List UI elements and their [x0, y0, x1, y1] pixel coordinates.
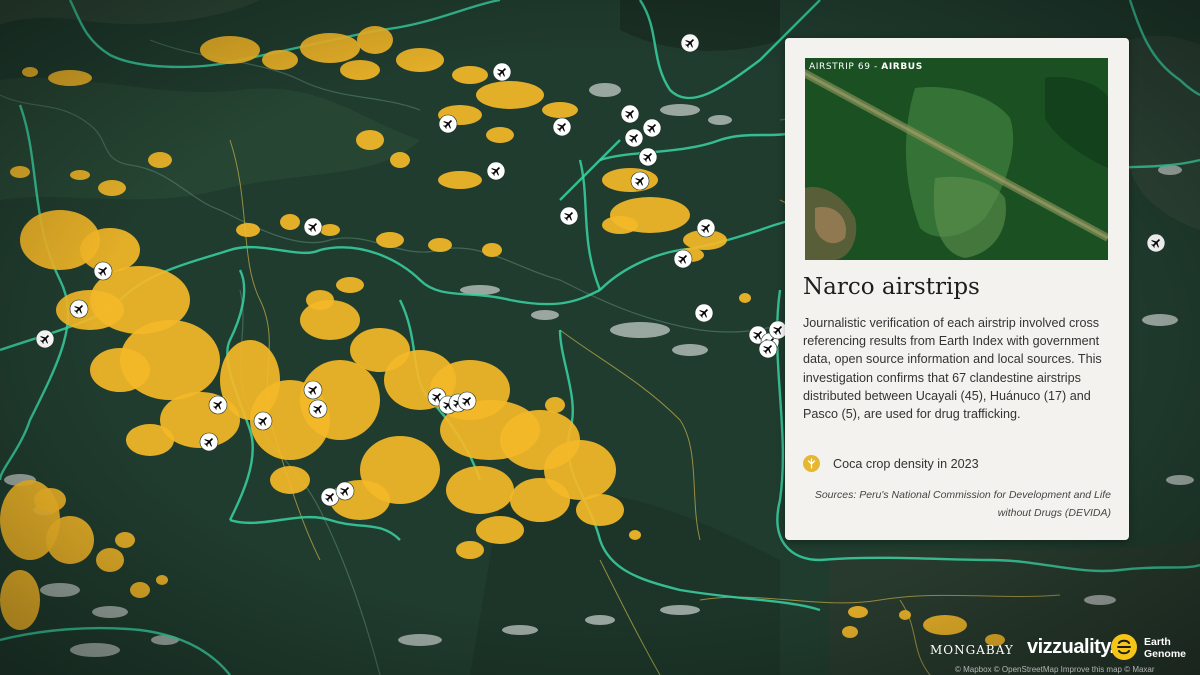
earth-genome-logo[interactable]: Earth Genome: [1144, 636, 1200, 660]
vizzuality-logo[interactable]: vizzuality.: [1027, 636, 1115, 659]
partner-logos: MONGABAY vizzuality. Earth Genome: [928, 630, 1200, 670]
legend-label: Coca crop density in 2023: [833, 456, 979, 471]
photo-caption: AIRSTRIP 69 - AIRBUS: [809, 62, 923, 72]
map-attribution[interactable]: © Mapbox © OpenStreetMap Improve this ma…: [955, 665, 1155, 674]
earth-genome-icon: [1111, 634, 1137, 660]
airstrip-photo: AIRSTRIP 69 - AIRBUS: [805, 58, 1108, 260]
panel-description: Journalistic verification of each airstr…: [803, 316, 1102, 422]
mongabay-logo[interactable]: MONGABAY: [930, 643, 1014, 657]
sources-note: Sources: Peru's National Commission for …: [814, 489, 1111, 519]
info-panel: AIRSTRIP 69 - AIRBUS Narco airstrips Jou…: [785, 38, 1129, 540]
coca-leaf-icon: [803, 455, 820, 472]
panel-title: Narco airstrips: [803, 274, 980, 300]
legend: Coca crop density in 2023: [803, 455, 979, 472]
photo-caption-source: AIRBUS: [881, 62, 923, 72]
satellite-image: [805, 58, 1108, 260]
photo-caption-prefix: AIRSTRIP 69 -: [809, 62, 882, 72]
